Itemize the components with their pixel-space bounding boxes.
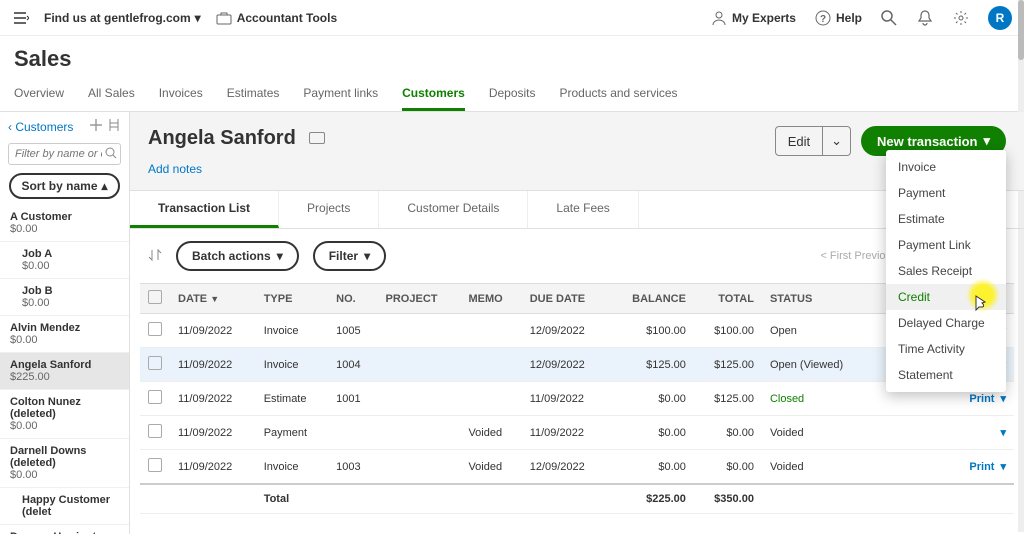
- chevron-down-icon: ▾: [195, 11, 201, 25]
- dropdown-item-invoice[interactable]: Invoice: [886, 154, 1006, 180]
- sub-tab-projects[interactable]: Projects: [279, 191, 379, 228]
- row-checkbox[interactable]: [148, 390, 162, 404]
- person-icon: [710, 9, 728, 27]
- table-row[interactable]: 11/09/2022Invoice100512/09/2022$100.00$1…: [140, 314, 1014, 348]
- row-action[interactable]: Print ▾: [879, 392, 1006, 405]
- avatar[interactable]: R: [988, 6, 1012, 30]
- column-due date[interactable]: DUE DATE: [522, 284, 609, 314]
- dropdown-item-time-activity[interactable]: Time Activity: [886, 336, 1006, 362]
- sort-icon[interactable]: [148, 248, 162, 265]
- customer-list-item[interactable]: Alvin Mendez$0.00: [0, 316, 129, 353]
- sub-tab-late-fees[interactable]: Late Fees: [528, 191, 638, 228]
- customer-list-item[interactable]: Job A$0.00: [0, 242, 129, 279]
- select-all-checkbox[interactable]: [148, 290, 162, 304]
- top-bar: Find us at gentlefrog.com▾ Accountant To…: [0, 0, 1024, 36]
- tab-estimates[interactable]: Estimates: [227, 78, 280, 111]
- site-link[interactable]: Find us at gentlefrog.com▾: [44, 11, 201, 25]
- tab-customers[interactable]: Customers: [402, 78, 465, 111]
- new-transaction-dropdown: InvoicePaymentEstimatePayment LinkSales …: [886, 150, 1006, 392]
- page-title: Sales: [0, 36, 1024, 78]
- chevron-down-icon: ▾: [1000, 426, 1006, 439]
- table-row[interactable]: 11/09/2022Invoice100412/09/2022$125.00$1…: [140, 348, 1014, 382]
- tab-payment-links[interactable]: Payment links: [303, 78, 378, 111]
- column-type[interactable]: TYPE: [256, 284, 328, 314]
- card-icon[interactable]: [309, 132, 325, 144]
- customer-list-item[interactable]: Duncan Harrington$0.00: [0, 525, 129, 534]
- accountant-tools-link[interactable]: Accountant Tools: [215, 9, 337, 27]
- bell-icon[interactable]: [916, 9, 934, 27]
- row-checkbox[interactable]: [148, 458, 162, 472]
- dropdown-item-delayed-charge[interactable]: Delayed Charge: [886, 310, 1006, 336]
- column-date[interactable]: DATE ▼: [170, 284, 256, 314]
- chevron-down-icon: ▾: [983, 133, 990, 149]
- filter-button[interactable]: Filter▾: [313, 241, 386, 271]
- column-no.[interactable]: NO.: [328, 284, 377, 314]
- sales-tabs: Overview All Sales Invoices Estimates Paymen…: [0, 78, 1024, 112]
- dropdown-item-statement[interactable]: Statement: [886, 362, 1006, 388]
- chevron-down-icon: ▾: [1000, 460, 1006, 473]
- row-action[interactable]: Print ▾: [879, 460, 1006, 473]
- search-icon: [105, 147, 117, 162]
- customer-name: Angela Sanford: [148, 127, 296, 149]
- help-icon: ?: [814, 9, 832, 27]
- customer-list-item[interactable]: Angela Sanford$225.00: [0, 353, 129, 390]
- help-link[interactable]: ?Help: [814, 9, 862, 27]
- edit-dropdown[interactable]: ⌄: [822, 127, 850, 155]
- customer-sidebar: ‹ Customers Sort by name▴ A Customer$0.0…: [0, 112, 130, 534]
- table-row[interactable]: 11/09/2022Invoice1003Voided12/09/2022$0.…: [140, 450, 1014, 485]
- menu-icon[interactable]: [12, 9, 30, 27]
- briefcase-icon: [215, 9, 233, 27]
- customer-list-item[interactable]: Darnell Downs (deleted)$0.00: [0, 439, 129, 488]
- dropdown-item-credit-memo[interactable]: Credit: [886, 284, 1006, 310]
- dropdown-item-payment[interactable]: Payment: [886, 180, 1006, 206]
- customer-list-item[interactable]: Colton Nunez (deleted)$0.00: [0, 390, 129, 439]
- sort-button[interactable]: Sort by name▴: [9, 173, 119, 199]
- sort-indicator-icon: ▼: [210, 294, 219, 304]
- column-balance[interactable]: BALANCE: [609, 284, 694, 314]
- sub-tab-customer-details[interactable]: Customer Details: [379, 191, 528, 228]
- svg-text:?: ?: [820, 14, 826, 25]
- column-total[interactable]: TOTAL: [694, 284, 762, 314]
- tab-invoices[interactable]: Invoices: [159, 78, 203, 111]
- my-experts-link[interactable]: My Experts: [710, 9, 796, 27]
- customer-list-item[interactable]: Happy Customer (delet: [0, 488, 129, 525]
- chevron-down-icon: ▾: [364, 249, 370, 263]
- row-checkbox[interactable]: [148, 424, 162, 438]
- dropdown-item-payment-link[interactable]: Payment Link: [886, 232, 1006, 258]
- search-icon[interactable]: [880, 9, 898, 27]
- tab-deposits[interactable]: Deposits: [489, 78, 536, 111]
- add-customer-icon[interactable]: [89, 118, 103, 135]
- tab-all-sales[interactable]: All Sales: [88, 78, 135, 111]
- add-notes-link[interactable]: Add notes: [148, 162, 325, 176]
- customer-list-item[interactable]: Job B$0.00: [0, 279, 129, 316]
- table-row[interactable]: 11/09/2022Estimate100111/09/2022$0.00$12…: [140, 382, 1014, 416]
- row-action[interactable]: ▾: [879, 426, 1006, 439]
- column-memo[interactable]: MEMO: [460, 284, 521, 314]
- transactions-table: DATE ▼TYPENO.PROJECTMEMODUE DATEBALANCET…: [140, 283, 1014, 514]
- column-status[interactable]: STATUS: [762, 284, 871, 314]
- row-checkbox[interactable]: [148, 322, 162, 336]
- sub-tab-transaction-list[interactable]: Transaction List: [130, 191, 279, 228]
- chevron-up-icon: ▴: [102, 179, 108, 193]
- table-row[interactable]: 11/09/2022PaymentVoided11/09/2022$0.00$0…: [140, 416, 1014, 450]
- chevron-down-icon: ▾: [1000, 392, 1006, 405]
- batch-actions-button[interactable]: Batch actions▾: [176, 241, 299, 271]
- tab-products-and-services[interactable]: Products and services: [560, 78, 678, 111]
- gear-icon[interactable]: [952, 9, 970, 27]
- edit-button[interactable]: Edit ⌄: [775, 126, 851, 156]
- back-to-customers[interactable]: ‹ Customers: [8, 120, 73, 134]
- customer-content: Angela Sanford Add notes Edit ⌄ New tran…: [130, 112, 1024, 534]
- column-project[interactable]: PROJECT: [378, 284, 461, 314]
- customer-list-item[interactable]: A Customer$0.00: [0, 205, 129, 242]
- import-icon[interactable]: [107, 118, 121, 135]
- chevron-down-icon: ▾: [277, 249, 283, 263]
- row-checkbox[interactable]: [148, 356, 162, 370]
- tab-overview[interactable]: Overview: [14, 78, 64, 111]
- dropdown-item-estimate[interactable]: Estimate: [886, 206, 1006, 232]
